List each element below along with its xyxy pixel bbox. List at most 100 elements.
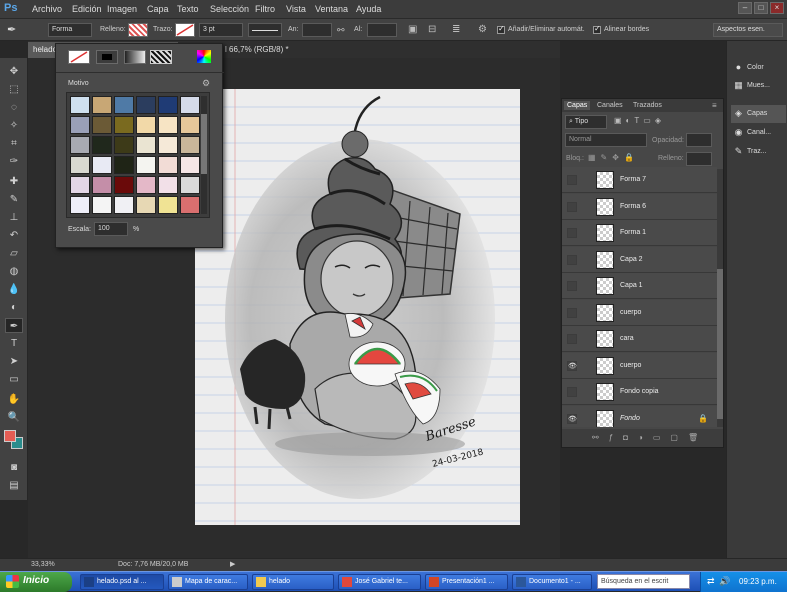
visibility-toggle-icon[interactable] bbox=[567, 281, 577, 291]
pattern-swatch[interactable] bbox=[92, 116, 112, 134]
pattern-swatch[interactable] bbox=[180, 96, 200, 114]
hand-tool-icon[interactable]: ✋ bbox=[5, 392, 23, 407]
dock-swatches[interactable]: ▦ Mues... bbox=[731, 77, 786, 95]
link-icon[interactable]: ⚯ bbox=[337, 25, 345, 36]
color-picker-icon[interactable] bbox=[197, 50, 211, 63]
no-fill-button[interactable] bbox=[68, 50, 90, 64]
layer-row[interactable]: Forma 1 bbox=[562, 220, 717, 246]
pattern-swatch[interactable] bbox=[114, 156, 134, 174]
pattern-swatch[interactable] bbox=[70, 116, 90, 134]
layers-scrollbar[interactable] bbox=[717, 169, 723, 427]
pattern-swatch[interactable] bbox=[114, 136, 134, 154]
close-button[interactable]: × bbox=[770, 2, 784, 14]
new-group-icon[interactable]: ▭ bbox=[653, 433, 671, 442]
pattern-swatch[interactable] bbox=[136, 96, 156, 114]
dock-channels[interactable]: ◉ Canal... bbox=[731, 124, 786, 142]
tab-paths[interactable]: Trazados bbox=[630, 101, 665, 110]
path-alignment-icon[interactable]: ⊟ bbox=[428, 24, 436, 35]
visibility-toggle-icon[interactable]: 👁 bbox=[567, 413, 577, 424]
crop-tool-icon[interactable]: ⌗ bbox=[5, 136, 23, 151]
pattern-swatch[interactable] bbox=[136, 136, 156, 154]
pen-tool-preset-icon[interactable]: ✒ bbox=[7, 23, 27, 37]
status-menu-arrow-icon[interactable]: ▶ bbox=[230, 560, 235, 568]
tab-channels[interactable]: Canales bbox=[594, 101, 626, 110]
pattern-swatch[interactable] bbox=[70, 136, 90, 154]
layer-filter-select[interactable]: ⌕ Tipo bbox=[565, 115, 607, 129]
menu-seleccion[interactable]: Selección bbox=[210, 4, 249, 14]
taskbar-item[interactable]: Presentación1 ... bbox=[425, 574, 508, 590]
pattern-swatch[interactable] bbox=[136, 196, 156, 214]
pattern-swatch[interactable] bbox=[136, 116, 156, 134]
stroke-type-select[interactable] bbox=[248, 23, 282, 37]
taskbar-item[interactable]: Mapa de carac... bbox=[168, 574, 248, 590]
pattern-swatch[interactable] bbox=[158, 136, 178, 154]
mode-select[interactable]: Forma bbox=[48, 23, 92, 37]
eyedropper-tool-icon[interactable]: ✑ bbox=[5, 154, 23, 169]
visibility-toggle-icon[interactable]: 👁 bbox=[567, 360, 577, 371]
layer-row[interactable]: Capa 2 bbox=[562, 246, 717, 273]
menu-capa[interactable]: Capa bbox=[147, 4, 169, 14]
layer-row[interactable]: cara bbox=[562, 326, 717, 352]
document-canvas[interactable]: Baresse 24-03-2018 bbox=[195, 89, 520, 525]
pattern-swatch[interactable] bbox=[92, 176, 112, 194]
scale-input[interactable]: 100 bbox=[94, 222, 128, 236]
paint-bucket-tool-icon[interactable]: ◍ bbox=[5, 264, 23, 279]
adjustment-layer-icon[interactable]: ◑ bbox=[638, 433, 653, 442]
maximize-button[interactable]: □ bbox=[754, 2, 768, 14]
path-operations-icon[interactable]: ▣ bbox=[408, 24, 417, 35]
minimize-button[interactable]: – bbox=[738, 2, 752, 14]
pattern-swatch[interactable] bbox=[180, 156, 200, 174]
layer-row[interactable]: Fondo copia bbox=[562, 379, 717, 405]
pen-tool-icon[interactable]: ✒ bbox=[5, 318, 23, 333]
gear-icon[interactable]: ⚙ bbox=[202, 78, 210, 89]
pattern-fill-button[interactable] bbox=[150, 50, 172, 64]
lasso-tool-icon[interactable]: ◌ bbox=[5, 100, 23, 115]
gear-icon[interactable]: ⚙ bbox=[478, 24, 487, 35]
blend-mode-select[interactable]: Normal bbox=[565, 133, 647, 147]
fill-input[interactable] bbox=[686, 152, 712, 166]
pattern-swatch[interactable] bbox=[158, 156, 178, 174]
stroke-size-input[interactable]: 3 pt bbox=[199, 23, 243, 37]
quick-select-tool-icon[interactable]: ✧ bbox=[5, 118, 23, 133]
workspace-select[interactable]: Aspectos esen. bbox=[713, 23, 783, 37]
add-mask-icon[interactable]: ◘ bbox=[623, 433, 638, 442]
solid-fill-button[interactable] bbox=[96, 50, 118, 64]
dodge-tool-icon[interactable]: ◐ bbox=[5, 300, 23, 315]
pattern-swatch[interactable] bbox=[92, 196, 112, 214]
pattern-swatch[interactable] bbox=[114, 196, 134, 214]
quick-mask-icon[interactable]: ◙ bbox=[5, 460, 23, 475]
pattern-scrollbar[interactable] bbox=[201, 96, 207, 214]
layer-row[interactable]: 👁 cuerpo bbox=[562, 352, 717, 379]
pattern-swatch[interactable] bbox=[158, 116, 178, 134]
pattern-swatch[interactable] bbox=[70, 156, 90, 174]
pattern-swatch[interactable] bbox=[158, 96, 178, 114]
taskbar-item[interactable]: helado bbox=[252, 574, 334, 590]
marquee-tool-icon[interactable]: ⬚ bbox=[5, 82, 23, 97]
fx-icon[interactable]: ƒ bbox=[609, 433, 623, 442]
history-brush-tool-icon[interactable]: ↶ bbox=[5, 228, 23, 243]
dock-layers[interactable]: ◈ Capas bbox=[731, 105, 786, 123]
healing-brush-tool-icon[interactable]: ✚ bbox=[5, 174, 23, 189]
stroke-swatch[interactable] bbox=[175, 23, 195, 37]
align-edges-checkbox[interactable] bbox=[593, 24, 601, 34]
clock[interactable]: 09:23 p.m. bbox=[739, 577, 777, 586]
path-arrangement-icon[interactable]: ≣ bbox=[452, 24, 460, 35]
gradient-fill-button[interactable] bbox=[124, 50, 146, 64]
pattern-swatch[interactable] bbox=[180, 116, 200, 134]
pattern-swatch[interactable] bbox=[136, 156, 156, 174]
pattern-swatch[interactable] bbox=[180, 196, 200, 214]
foreground-color-swatch[interactable] bbox=[4, 430, 16, 442]
pattern-swatch[interactable] bbox=[158, 196, 178, 214]
height-input[interactable] bbox=[367, 23, 397, 37]
layer-row[interactable]: Forma 7 bbox=[562, 167, 717, 193]
type-tool-icon[interactable]: T bbox=[5, 336, 23, 351]
pattern-swatch[interactable] bbox=[70, 196, 90, 214]
new-layer-icon[interactable]: ▢ bbox=[670, 433, 688, 442]
taskbar-item[interactable]: Documento1 - ... bbox=[512, 574, 592, 590]
menu-imagen[interactable]: Imagen bbox=[107, 4, 137, 14]
visibility-toggle-icon[interactable] bbox=[567, 307, 577, 318]
menu-ventana[interactable]: Ventana bbox=[315, 4, 348, 14]
rectangle-tool-icon[interactable]: ▭ bbox=[5, 372, 23, 387]
menu-ayuda[interactable]: Ayuda bbox=[356, 4, 381, 14]
zoom-tool-icon[interactable]: 🔍 bbox=[5, 410, 23, 425]
